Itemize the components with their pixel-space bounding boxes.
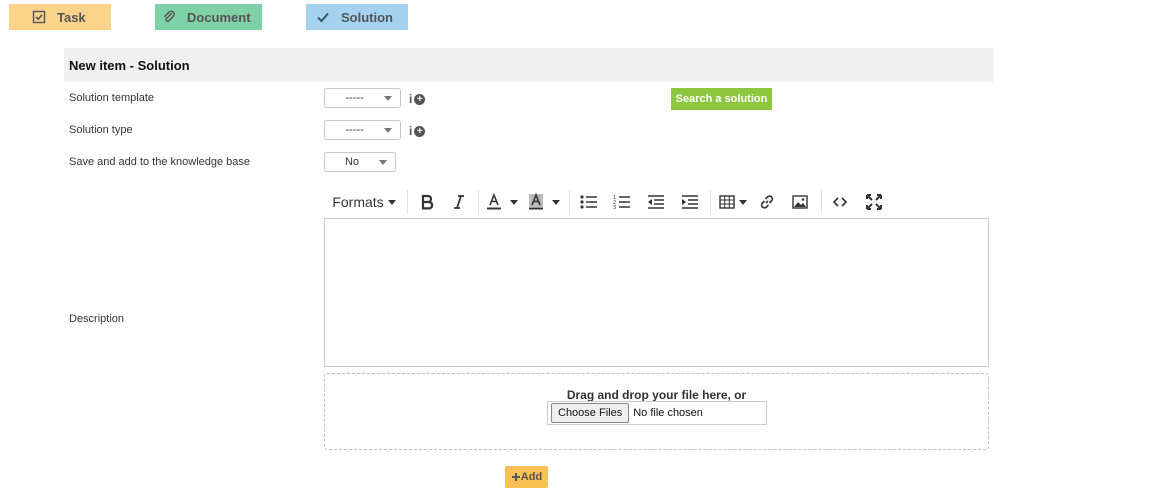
- solution-type-actions: i +: [409, 124, 426, 138]
- italic-icon[interactable]: [443, 188, 475, 216]
- indent-icon[interactable]: [673, 188, 707, 216]
- text-color-icon[interactable]: [482, 188, 522, 216]
- info-icon[interactable]: i: [409, 92, 412, 106]
- solution-template-value: -----: [345, 92, 364, 104]
- chevron-down-icon: [384, 95, 392, 101]
- table-icon[interactable]: [714, 188, 752, 216]
- add-circle-icon[interactable]: +: [414, 93, 426, 105]
- toolbar-separator: [478, 190, 479, 214]
- editor-toolbar: Formats 123: [324, 188, 893, 216]
- tab-solution-label: Solution: [341, 9, 393, 25]
- outdent-icon[interactable]: [639, 188, 673, 216]
- knowledge-base-label: Save and add to the knowledge base: [69, 156, 251, 168]
- chevron-down-icon: [384, 127, 392, 133]
- toolbar-separator: [569, 190, 570, 214]
- tab-solution[interactable]: Solution: [306, 4, 408, 30]
- image-icon[interactable]: [782, 188, 818, 216]
- fullscreen-icon[interactable]: [855, 188, 893, 216]
- tab-task-label: Task: [57, 9, 86, 25]
- search-solution-button[interactable]: Search a solution: [671, 88, 772, 110]
- form-title: New item - Solution: [69, 57, 190, 73]
- solution-template-label: Solution template: [69, 92, 154, 104]
- info-icon[interactable]: i: [409, 124, 412, 138]
- solution-type-select[interactable]: -----: [324, 120, 401, 140]
- checkmark-icon: [315, 9, 331, 25]
- knowledge-base-select[interactable]: No: [324, 152, 396, 172]
- link-icon[interactable]: [752, 188, 782, 216]
- tab-task[interactable]: Task: [9, 4, 111, 30]
- form-header: New item - Solution: [64, 48, 993, 82]
- svg-text:3: 3: [613, 205, 616, 210]
- solution-template-actions: i +: [409, 92, 426, 106]
- formats-dropdown[interactable]: Formats: [324, 188, 404, 216]
- tab-document[interactable]: Document: [155, 4, 262, 30]
- toolbar-separator: [407, 190, 408, 214]
- no-file-text: No file chosen: [633, 407, 703, 419]
- dropzone-text: Drag and drop your file here, or: [566, 388, 747, 402]
- tab-document-label: Document: [187, 9, 251, 25]
- toolbar-separator: [821, 190, 822, 214]
- add-circle-icon[interactable]: +: [414, 125, 426, 137]
- plus-icon: [511, 473, 520, 481]
- background-color-icon[interactable]: [522, 188, 566, 216]
- description-editor[interactable]: [324, 218, 989, 367]
- solution-type-label: Solution type: [69, 124, 133, 136]
- checkbox-icon: [31, 9, 47, 25]
- solution-template-select[interactable]: -----: [324, 88, 401, 108]
- file-dropzone[interactable]: Drag and drop your file here, or Choose …: [324, 373, 989, 450]
- chevron-down-icon: [379, 159, 387, 165]
- caret-down-icon: [387, 199, 396, 205]
- choose-files-button[interactable]: Choose Files: [551, 403, 630, 423]
- formats-label: Formats: [332, 194, 384, 210]
- add-button-label: Add: [520, 471, 543, 483]
- knowledge-base-value: No: [344, 156, 360, 168]
- description-label: Description: [69, 313, 125, 325]
- numbered-list-icon[interactable]: 123: [605, 188, 639, 216]
- solution-type-value: -----: [345, 124, 364, 136]
- paperclip-icon: [161, 9, 177, 25]
- bullet-list-icon[interactable]: [573, 188, 605, 216]
- add-button[interactable]: Add: [505, 466, 548, 488]
- bold-icon[interactable]: [411, 188, 443, 216]
- toolbar-separator: [710, 190, 711, 214]
- file-input[interactable]: Choose Files No file chosen: [547, 401, 767, 425]
- code-icon[interactable]: [825, 188, 855, 216]
